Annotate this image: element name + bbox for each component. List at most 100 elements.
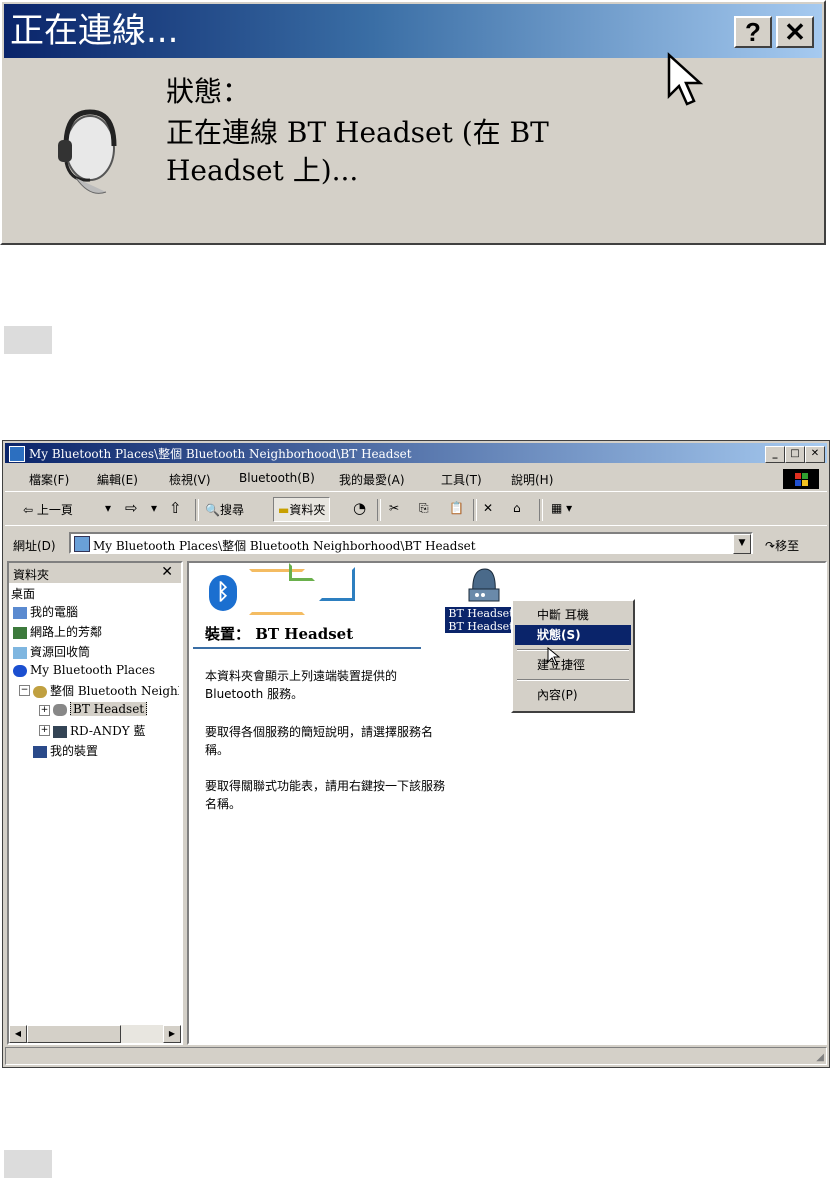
delete-button[interactable]: ✕ (483, 501, 493, 515)
description-paragraph: 要取得關聯式功能表，請用右鍵按一下該服務名稱。 (205, 779, 446, 811)
menu-view[interactable]: 檢視(V) (169, 471, 211, 488)
mouse-cursor-icon (547, 647, 561, 666)
folder-icon: ▬ (278, 503, 290, 517)
tree-item-recycle-bin[interactable]: 資源回收筒 (13, 643, 90, 660)
scroll-right-button[interactable]: ▶ (163, 1025, 181, 1043)
menu-separator (517, 679, 629, 681)
menu-item-properties[interactable]: 內容(P) (515, 685, 631, 705)
menu-tools[interactable]: 工具(T) (441, 471, 482, 488)
help-button[interactable]: ? (734, 16, 772, 48)
expand-icon[interactable]: + (39, 705, 50, 716)
folders-button[interactable]: ▬資料夾 (273, 497, 331, 522)
address-label: 網址(D) (13, 539, 56, 553)
menu-separator (517, 649, 629, 651)
window-close-button[interactable]: ✕ (805, 446, 825, 463)
expand-icon[interactable]: + (39, 725, 50, 736)
tree-item-rd-andy[interactable]: RD-ANDY 藍 (53, 722, 179, 739)
tree-item-my-devices[interactable]: 我的裝置 (33, 742, 98, 759)
minimize-button[interactable]: _ (765, 446, 785, 463)
horizontal-scrollbar[interactable]: ◀ ▶ (9, 1025, 181, 1043)
description-paragraph: 要取得各個服務的簡短說明，請選擇服務名稱。 (205, 725, 434, 757)
tree-item-network-places[interactable]: 網路上的芳鄰 (13, 623, 102, 640)
close-button[interactable]: ✕ (776, 16, 814, 48)
history-button[interactable]: ◔ (353, 499, 366, 517)
folders-pane: 資料夾 ✕ 桌面 我的電腦 網路上的芳鄰 資源回收筒 My Bluetooth … (7, 561, 183, 1045)
menu-favorites[interactable]: 我的最愛(A) (339, 471, 405, 488)
address-input[interactable]: My Bluetooth Places\整個 Bluetooth Neighbo… (69, 532, 753, 554)
explorer-title-bar: My Bluetooth Places\整個 Bluetooth Neighbo… (5, 443, 827, 463)
paste-button[interactable]: 📋 (449, 501, 464, 515)
folders-pane-close-button[interactable]: ✕ (161, 564, 173, 580)
menu-help[interactable]: 說明(H) (511, 471, 553, 488)
computer-icon (13, 606, 27, 619)
headset-service-icon[interactable] (467, 565, 501, 603)
scroll-thumb[interactable] (27, 1025, 121, 1043)
bluetooth-icon (13, 664, 27, 677)
properties-button[interactable]: ⌂ (513, 501, 521, 515)
description-paragraph: 本資料夾會顯示上列遠端裝置提供的 Bluetooth 服務。 (205, 669, 398, 701)
banner-decoration (289, 563, 315, 581)
bluetooth-folder-icon (9, 446, 25, 462)
status-bar: ◢ (5, 1047, 827, 1065)
dialog-title-bar: 正在連線... ? ✕ (4, 4, 822, 58)
scroll-left-button[interactable]: ◀ (9, 1025, 27, 1043)
status-label: 狀態： (166, 75, 251, 108)
collapse-icon[interactable]: − (19, 685, 30, 696)
context-menu: 中斷 耳機 狀態(S) 建立捷徑 內容(P) (511, 599, 635, 713)
up-folder-button[interactable]: ⇧ (169, 499, 182, 517)
connecting-dialog: 正在連線... ? ✕ 狀態： 正在連線 BT Headset (在 BT He… (0, 0, 826, 245)
explorer-window: My Bluetooth Places\整個 Bluetooth Neighbo… (2, 440, 830, 1068)
network-icon (13, 626, 27, 639)
menu-file[interactable]: 檔案(F) (29, 471, 69, 488)
menu-item-status[interactable]: 狀態(S) (515, 625, 631, 645)
tree-item-bt-headset[interactable]: BT Headset (53, 702, 148, 716)
status-message: 正在連線 BT Headset (在 BT Headset 上)... (166, 116, 549, 187)
recycle-bin-icon (13, 646, 27, 659)
location-icon (74, 536, 90, 552)
forward-button[interactable]: ⇨ (125, 499, 138, 517)
my-devices-icon (33, 745, 47, 758)
headset-small-icon (53, 703, 67, 716)
search-icon: 🔍 (205, 503, 220, 517)
resize-grip-icon[interactable]: ◢ (816, 1052, 824, 1063)
go-arrow-icon: ↷ (765, 539, 776, 553)
figure-marker (4, 326, 52, 354)
mouse-cursor-icon (667, 52, 704, 106)
menu-edit[interactable]: 編輯(E) (97, 471, 138, 488)
maximize-button[interactable]: □ (785, 446, 805, 463)
tree-item-my-bluetooth-places[interactable]: My Bluetooth Places (13, 663, 155, 677)
headset-icon (58, 109, 117, 194)
content-pane: ᛒ 裝置： BT Headset 本資料夾會顯示上列遠端裝置提供的 Blueto… (187, 561, 827, 1045)
copy-button[interactable]: ⎘ (419, 501, 429, 516)
address-value: My Bluetooth Places\整個 Bluetooth Neighbo… (93, 539, 476, 553)
device-icon (53, 725, 67, 738)
folders-pane-title: 資料夾 (13, 568, 50, 582)
menu-item-create-shortcut[interactable]: 建立捷徑 (515, 655, 631, 675)
back-button[interactable]: ⇦ 上一頁 (23, 501, 73, 518)
menu-bluetooth[interactable]: Bluetooth(B) (239, 471, 315, 485)
figure-marker (4, 1150, 52, 1178)
cut-button[interactable]: ✂ (389, 501, 399, 515)
views-button[interactable]: ▦ ▾ (551, 501, 572, 515)
menu-bar: 檔案(F) 編輯(E) 檢視(V) Bluetooth(B) 我的最愛(A) 工… (5, 465, 827, 492)
dialog-title: 正在連線... (10, 11, 179, 51)
device-label[interactable]: BT Headset BT Headset (445, 607, 517, 633)
address-dropdown-button[interactable]: ▼ (733, 534, 751, 554)
back-dropdown[interactable]: ▾ (105, 501, 111, 515)
heading-divider (193, 647, 421, 649)
windows-logo-icon (783, 469, 819, 489)
tree-item-my-computer[interactable]: 我的電腦 (13, 603, 78, 620)
go-button[interactable]: ↷移至 (765, 537, 799, 554)
forward-dropdown[interactable]: ▾ (151, 501, 157, 515)
explorer-title: My Bluetooth Places\整個 Bluetooth Neighbo… (29, 447, 412, 461)
menu-item-disconnect[interactable]: 中斷 耳機 (515, 605, 631, 625)
tree-item-entire-bluetooth-neighborhood[interactable]: 整個 Bluetooth Neighborhood (33, 682, 179, 699)
toolbar: ⇦ 上一頁 ▾ ⇨ ▾ ⇧ 🔍搜尋 ▬資料夾 ◔ ✂ ⎘ 📋 ✕ ⌂ ▦ ▾ (5, 493, 827, 526)
search-button[interactable]: 🔍搜尋 (205, 501, 244, 518)
folders-pane-header: 資料夾 ✕ (9, 563, 181, 583)
globe-icon (33, 685, 47, 698)
tree-item-desktop[interactable]: 桌面 (11, 585, 35, 602)
bluetooth-logo-icon: ᛒ (209, 575, 237, 611)
address-bar: 網址(D) My Bluetooth Places\整個 Bluetooth N… (5, 529, 827, 557)
device-heading: 裝置： BT Headset (205, 625, 354, 643)
